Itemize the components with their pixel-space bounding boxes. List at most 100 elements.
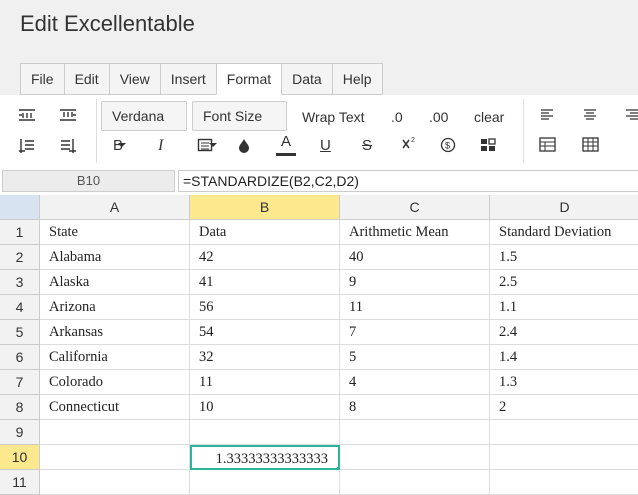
cell-d1[interactable]: Standard Deviation <box>490 220 638 245</box>
cell-c9[interactable] <box>340 420 490 445</box>
row-header-3[interactable]: 3 <box>0 270 40 295</box>
cell-a5[interactable]: Arkansas <box>40 320 190 345</box>
column-header-c[interactable]: C <box>340 195 490 220</box>
text-color-swatch <box>276 153 296 156</box>
cell-b6[interactable]: 32 <box>190 345 340 370</box>
row-header-4[interactable]: 4 <box>0 295 40 320</box>
cell-b3[interactable]: 41 <box>190 270 340 295</box>
menu-edit[interactable]: Edit <box>63 63 109 95</box>
cell-b8[interactable]: 10 <box>190 395 340 420</box>
conditional-format-icon[interactable] <box>480 137 496 153</box>
cell-a7[interactable]: Colorado <box>40 370 190 395</box>
cell-b7[interactable]: 11 <box>190 370 340 395</box>
clear-format-button[interactable]: clear <box>474 108 504 126</box>
column-header-a[interactable]: A <box>40 195 190 220</box>
cell-b4[interactable]: 56 <box>190 295 340 320</box>
cell-d7[interactable]: 1.3 <box>490 370 638 395</box>
row-header-5[interactable]: 5 <box>0 320 40 345</box>
insert-row-below-icon[interactable] <box>58 107 78 123</box>
row-header-11[interactable]: 11 <box>0 470 40 495</box>
font-size-dropdown[interactable]: Font Size <box>192 101 287 148</box>
column-header-b[interactable]: B <box>190 195 340 220</box>
cell-b11[interactable] <box>190 470 340 495</box>
row-header-7[interactable]: 7 <box>0 370 40 395</box>
cell-a9[interactable] <box>40 420 190 445</box>
cell-c8[interactable]: 8 <box>340 395 490 420</box>
cell-a11[interactable] <box>40 470 190 495</box>
cell-c3[interactable]: 9 <box>340 270 490 295</box>
decrease-decimal-button[interactable]: .0 <box>391 108 403 126</box>
cell-a4[interactable]: Arizona <box>40 295 190 320</box>
cell-d11[interactable] <box>490 470 638 495</box>
cell-d9[interactable] <box>490 420 638 445</box>
align-left-icon[interactable] <box>540 109 554 121</box>
menu-format[interactable]: Format <box>215 63 282 95</box>
currency-icon[interactable]: $ <box>440 137 456 153</box>
cell-c7[interactable]: 4 <box>340 370 490 395</box>
insert-column-right-icon[interactable] <box>58 137 78 155</box>
underline-button[interactable]: U <box>320 137 331 155</box>
increase-decimal-button[interactable]: .00 <box>429 108 448 126</box>
superscript-icon[interactable]: 2 <box>401 135 417 151</box>
align-center-icon[interactable] <box>583 109 597 121</box>
cell-b5[interactable]: 54 <box>190 320 340 345</box>
fill-color-icon[interactable] <box>236 137 252 155</box>
cell-format-icon[interactable] <box>197 137 213 153</box>
menu-view[interactable]: View <box>108 63 160 95</box>
italic-button[interactable]: I <box>158 137 163 155</box>
row-header-9[interactable]: 9 <box>0 420 40 445</box>
select-all-corner[interactable] <box>0 195 40 220</box>
cell-d5[interactable]: 2.4 <box>490 320 638 345</box>
strikethrough-button[interactable]: S <box>362 137 372 155</box>
formula-bar: B10 =STANDARDIZE(B2,C2,D2) <box>0 168 638 195</box>
insert-column-left-icon[interactable] <box>17 137 37 155</box>
title-bar: Edit Excellentable <box>0 0 638 50</box>
row-header-8[interactable]: 8 <box>0 395 40 420</box>
cell-d6[interactable]: 1.4 <box>490 345 638 370</box>
svg-text:$: $ <box>445 141 450 151</box>
cell-a10[interactable] <box>40 445 190 470</box>
cell-b10[interactable]: 1.33333333333333 <box>190 445 340 470</box>
row-header-10[interactable]: 10 <box>0 445 40 470</box>
align-right-icon[interactable] <box>625 109 638 121</box>
column-header-d[interactable]: D <box>490 195 638 220</box>
cell-reference-box[interactable]: B10 <box>2 170 175 192</box>
cell-d10[interactable] <box>490 445 638 470</box>
menu-file[interactable]: File <box>20 63 64 95</box>
cell-c10[interactable] <box>340 445 490 470</box>
menu-data[interactable]: Data <box>281 63 332 95</box>
cell-a2[interactable]: Alabama <box>40 245 190 270</box>
bold-button[interactable]: B <box>113 137 123 155</box>
cell-c1[interactable]: Arithmetic Mean <box>340 220 490 245</box>
wrap-text-button[interactable]: Wrap Text <box>302 108 365 126</box>
cell-b2[interactable]: 42 <box>190 245 340 270</box>
svg-text:2: 2 <box>411 137 415 144</box>
cell-a8[interactable]: Connecticut <box>40 395 190 420</box>
cell-b9[interactable] <box>190 420 340 445</box>
row-header-6[interactable]: 6 <box>0 345 40 370</box>
menu-insert[interactable]: Insert <box>159 63 216 95</box>
font-family-dropdown[interactable]: Verdana <box>101 101 187 148</box>
insert-row-above-icon[interactable] <box>17 107 37 123</box>
cell-a6[interactable]: California <box>40 345 190 370</box>
formula-input[interactable]: =STANDARDIZE(B2,C2,D2) <box>178 170 638 192</box>
cell-c2[interactable]: 40 <box>340 245 490 270</box>
cell-c6[interactable]: 5 <box>340 345 490 370</box>
cell-b1[interactable]: Data <box>190 220 340 245</box>
menu-help[interactable]: Help <box>331 63 383 95</box>
cell-a1[interactable]: State <box>40 220 190 245</box>
cell-a3[interactable]: Alaska <box>40 270 190 295</box>
row-header-1[interactable]: 1 <box>0 220 40 245</box>
cell-d2[interactable]: 1.5 <box>490 245 638 270</box>
cell-d8[interactable]: 2 <box>490 395 638 420</box>
merge-cells-icon[interactable] <box>582 137 599 152</box>
cell-c11[interactable] <box>340 470 490 495</box>
cell-c5[interactable]: 7 <box>340 320 490 345</box>
text-color-button[interactable]: A <box>276 133 296 156</box>
menu-tabs: File Edit View Insert Format Data Help <box>20 63 383 95</box>
cell-c4[interactable]: 11 <box>340 295 490 320</box>
cell-d3[interactable]: 2.5 <box>490 270 638 295</box>
borders-icon[interactable] <box>539 137 556 152</box>
row-header-2[interactable]: 2 <box>0 245 40 270</box>
cell-d4[interactable]: 1.1 <box>490 295 638 320</box>
